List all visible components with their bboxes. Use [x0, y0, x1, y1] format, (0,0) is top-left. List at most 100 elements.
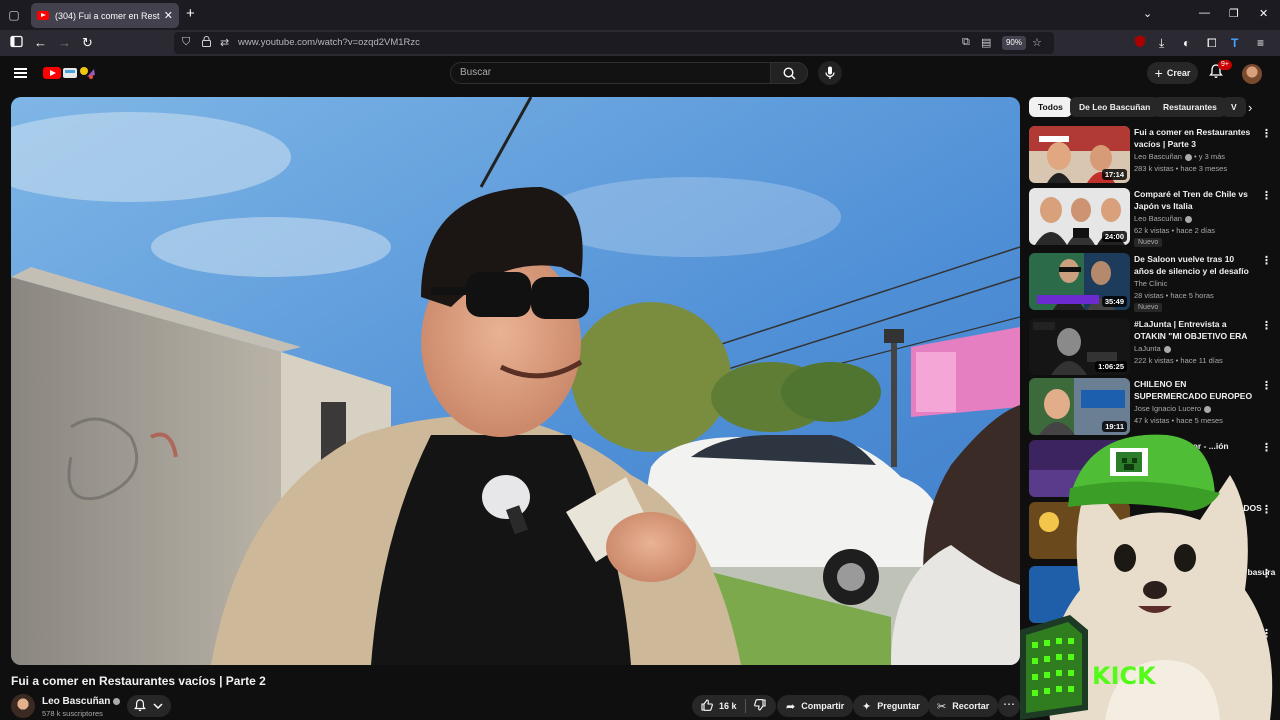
like-count[interactable]: 16 k: [719, 701, 737, 711]
video-thumbnail[interactable]: 1:06:25: [1029, 318, 1130, 375]
video-thumbnail[interactable]: 24:00: [1029, 188, 1130, 245]
subscriber-count: 578 k suscriptores: [42, 709, 103, 718]
channel-name[interactable]: Leo Bascuñan: [42, 696, 121, 707]
url-bar[interactable]: ⛉ ⇄ www.youtube.com/watch?v=ozqd2VM1Rzc …: [174, 32, 1054, 54]
forward-icon[interactable]: →: [58, 35, 71, 51]
recommendation-title[interactable]: CHILENO EN SUPERMERCADO EUROPEO ¿hay dif…: [1134, 378, 1256, 402]
recommendation-item[interactable]: 24:00 Comparé el Tren de Chile vs Japón …: [1029, 188, 1279, 247]
zoom-level[interactable]: 90%: [1002, 36, 1026, 50]
bookmark-star-icon[interactable]: ☆: [1032, 36, 1042, 49]
search-input[interactable]: [460, 67, 760, 78]
video-thumbnail[interactable]: [1029, 566, 1130, 623]
recommendation-item[interactable]: 19:11 CHILENO EN SUPERMERCADO EUROPEO ¿h…: [1029, 378, 1279, 436]
url-text: www.youtube.com/watch?v=ozqd2VM1Rzc: [238, 37, 420, 48]
recommendation-channel: The Clinic: [1134, 279, 1168, 288]
more-vert-icon[interactable]: ⋮: [1261, 568, 1272, 580]
more-vert-icon[interactable]: ⋮: [1261, 504, 1272, 516]
recommendation-title[interactable]: #LaJunta | Entrevista a OTAKIN "MI OBJET…: [1134, 318, 1256, 342]
chip-todos[interactable]: Todos: [1029, 97, 1072, 117]
create-button[interactable]: + Crear: [1147, 62, 1198, 84]
tab-list-icon[interactable]: ▢: [6, 7, 22, 23]
video-duration: 19:11: [1102, 421, 1127, 432]
chip-restaurantes[interactable]: Restaurantes: [1154, 97, 1226, 117]
video-thumbnail[interactable]: [1029, 502, 1130, 559]
share-button[interactable]: ➦ Compartir: [777, 695, 854, 717]
search-button[interactable]: [770, 62, 808, 84]
translate-extension-icon[interactable]: T: [1231, 35, 1238, 51]
search-icon: [783, 67, 796, 80]
tab-overflow-chevron-icon[interactable]: ⌄: [1143, 7, 1152, 20]
chip-partial[interactable]: V: [1222, 97, 1246, 117]
reader-view-icon[interactable]: ▤: [981, 36, 991, 49]
like-icon[interactable]: [701, 698, 713, 714]
channel-text: LaJunta: [1134, 344, 1161, 353]
recommendation-title[interactable]: ...Avello - Humor - ...ión Completa - ..…: [1134, 440, 1256, 464]
chip-de-leo-bascunan[interactable]: De Leo Bascuñan: [1070, 97, 1160, 117]
permissions-icon[interactable]: ⇄: [220, 36, 229, 49]
recommendation-meta: 222 k vistas • hace 11 días: [1134, 356, 1223, 365]
recommendation-title[interactable]: Comparé el Tren de Chile vs Japón vs Ita…: [1134, 188, 1256, 212]
extension-dark-icon[interactable]: ◐: [1183, 35, 1190, 51]
youtube-doodle-icon[interactable]: [62, 65, 96, 80]
search-box[interactable]: [450, 62, 771, 84]
video-player[interactable]: [11, 97, 1020, 665]
recommendation-title[interactable]: Fui a comer en Restaurantes vacíos | Par…: [1134, 126, 1256, 150]
more-vert-icon[interactable]: ⋮: [1261, 320, 1272, 332]
recommendation-item[interactable]: ...Avello - Humor - ...ión Completa - ..…: [1029, 440, 1279, 498]
microphone-icon: [825, 66, 835, 79]
close-tab-icon[interactable]: ✕: [164, 9, 173, 22]
recommendation-item[interactable]: ...APADOS ⋮: [1029, 502, 1279, 560]
more-vert-icon[interactable]: ⋮: [1261, 442, 1272, 454]
more-vert-icon[interactable]: ⋮: [1261, 628, 1272, 640]
share-arrow-icon: ➦: [786, 700, 796, 713]
recommendation-item[interactable]: 1:06:25 #LaJunta | Entrevista a OTAKIN "…: [1029, 318, 1279, 376]
channel-name-text[interactable]: Leo Bascuñan: [42, 696, 110, 707]
more-vert-icon[interactable]: ⋮: [1261, 255, 1272, 267]
app-menu-icon[interactable]: ≡: [1257, 35, 1264, 51]
video-thumbnail[interactable]: [1029, 440, 1130, 497]
more-vert-icon[interactable]: ⋮: [1261, 380, 1272, 392]
tracking-shield-icon[interactable]: ⛉: [182, 36, 190, 49]
video-thumbnail[interactable]: 17:14: [1029, 126, 1130, 183]
maximize-window-icon[interactable]: ❐: [1229, 7, 1239, 20]
minimize-window-icon[interactable]: —: [1199, 7, 1210, 19]
more-vert-icon[interactable]: ⋮: [1261, 128, 1272, 140]
verified-check-icon: [1184, 153, 1192, 161]
like-divider: [744, 699, 746, 713]
notification-settings-button[interactable]: [127, 695, 171, 717]
new-tab-button[interactable]: +: [186, 6, 195, 22]
recommendation-item[interactable]: 35:49 De Saloon vuelve tras 10 años de s…: [1029, 253, 1279, 312]
more-actions-icon[interactable]: ⋯: [998, 695, 1020, 717]
recommendation-channel: ...VINAC...: [1134, 466, 1170, 475]
voice-search-button[interactable]: [818, 61, 842, 85]
sidebar-toggle-icon[interactable]: [10, 35, 23, 52]
kick-logo-text: KICK: [1092, 662, 1156, 690]
clip-button[interactable]: ✂ Recortar: [928, 695, 999, 717]
extension-ublock-icon[interactable]: [1134, 35, 1146, 52]
chips-next-chevron-icon[interactable]: ›: [1248, 101, 1252, 115]
more-vert-icon[interactable]: ⋮: [1261, 190, 1272, 202]
browser-tab-active[interactable]: (304) Fui a comer en Restaurantes vacíos…: [31, 3, 179, 28]
ask-button[interactable]: ✦ Preguntar: [853, 695, 929, 717]
recommendation-channel: Leo Bascuñan • y 3 más: [1134, 152, 1226, 161]
account-avatar[interactable]: [1242, 64, 1262, 84]
recommendation-title[interactable]: De Saloon vuelve tras 10 años de silenci…: [1134, 253, 1256, 277]
guide-menu-icon[interactable]: [14, 68, 27, 78]
dislike-icon[interactable]: [753, 698, 766, 714]
lock-icon[interactable]: [202, 36, 211, 50]
extensions-puzzle-icon[interactable]: ⧠: [1207, 35, 1217, 51]
downloads-icon[interactable]: ⤓: [1159, 35, 1164, 51]
recommendation-item[interactable]: ...OS en la basura ...ero ...3 días ⋮: [1029, 566, 1279, 624]
back-icon[interactable]: ←: [34, 35, 47, 51]
video-thumbnail[interactable]: 35:49: [1029, 253, 1130, 310]
close-window-icon[interactable]: ✕: [1259, 7, 1268, 20]
reload-icon[interactable]: ↻: [82, 35, 93, 51]
channel-avatar[interactable]: [11, 694, 35, 718]
new-badge: Nuevo: [1134, 303, 1163, 312]
picture-in-picture-icon[interactable]: ⧉: [962, 36, 970, 49]
video-title: Fui a comer en Restaurantes vacíos | Par…: [11, 674, 266, 688]
recommendation-item[interactable]: 17:14 Fui a comer en Restaurantes vacíos…: [1029, 126, 1279, 184]
youtube-logo-icon[interactable]: [43, 67, 61, 79]
video-thumbnail[interactable]: 19:11: [1029, 378, 1130, 435]
clip-label: Recortar: [952, 701, 990, 711]
